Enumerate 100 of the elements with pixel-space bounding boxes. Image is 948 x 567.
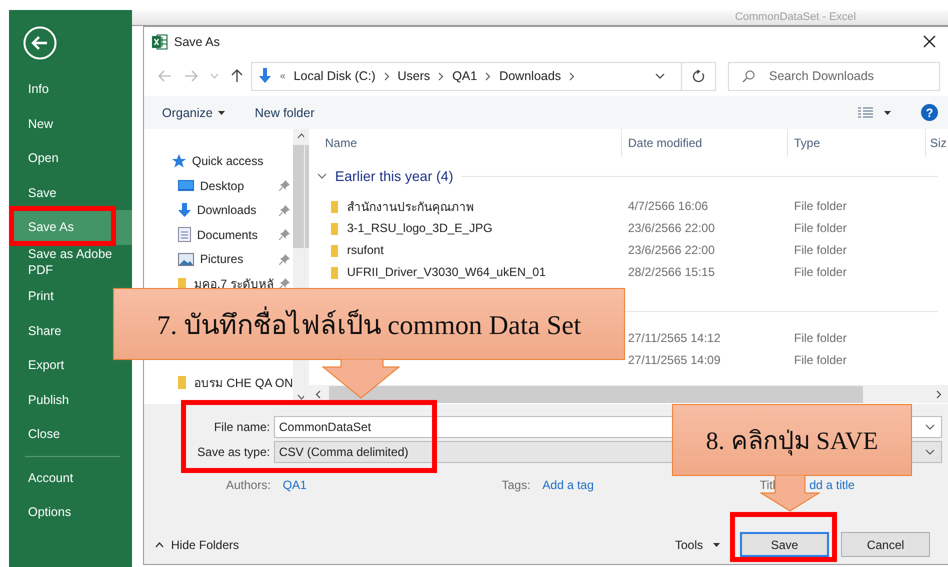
caret-icon [218, 110, 225, 114]
breadcrumb[interactable]: Users [398, 69, 430, 83]
hide-folders-button[interactable]: Hide Folders [155, 538, 240, 552]
backstage-item[interactable]: Save as Adobe PDF [12, 244, 132, 279]
backstage-item[interactable]: Options [12, 495, 132, 530]
backstage-item[interactable]: Save [12, 176, 132, 210]
callout-arrow [760, 475, 820, 512]
file-name[interactable]: 3-1_RSU_logo_3D_E_JPG [347, 221, 492, 235]
column-header[interactable]: Date modified [622, 129, 788, 157]
cancel-button[interactable]: Cancel [841, 532, 930, 557]
folder-icon [331, 200, 339, 212]
folder-icon [331, 266, 339, 278]
view-options-icon[interactable] [858, 106, 874, 118]
save-button[interactable]: Save [740, 532, 829, 557]
search-field[interactable]: Search Downloads [728, 62, 940, 90]
search-icon [742, 70, 755, 82]
back-icon[interactable] [23, 26, 57, 60]
chevron-right-icon[interactable] [569, 72, 576, 80]
folder-icon [178, 375, 188, 390]
field-label: File name: [212, 420, 270, 434]
table-cell-text: File folder [793, 221, 847, 235]
breadcrumb[interactable]: Downloads [499, 69, 562, 83]
nav-item[interactable]: Downloads [144, 198, 294, 222]
breadcrumb[interactable]: Local Disk (C:) [294, 69, 376, 83]
document-icon [178, 227, 191, 242]
dialog-title: Save As [174, 34, 221, 48]
nav-item[interactable]: อบรม CHE QA ON [144, 370, 294, 394]
dropdown-icon[interactable] [884, 110, 891, 114]
refresh-icon [692, 70, 705, 82]
table-cell-text: File folder [793, 199, 847, 213]
authors-link[interactable]: QA1 [282, 478, 307, 492]
table-cell-text: 27/11/2565 14:09 [627, 353, 722, 367]
tools-menu[interactable]: Tools [674, 538, 720, 552]
chevron-right-icon[interactable] [485, 72, 492, 80]
nav-item[interactable]: Pictures [144, 247, 294, 272]
table-cell-text: File folder [793, 331, 847, 345]
download-arrow-icon [178, 203, 191, 218]
folder-icon [331, 244, 339, 256]
window-title: CommonDataSet - Excel [734, 10, 856, 25]
callout-tooltip: 8. คลิกปุ่ม SAVE [672, 404, 912, 476]
folder-icon [331, 222, 339, 234]
chevron-right-icon[interactable] [438, 72, 444, 80]
file-name[interactable]: rsufont [347, 243, 384, 257]
column-header[interactable]: Type [788, 129, 926, 157]
group-header[interactable]: Earlier this year (4) [305, 157, 948, 195]
breadcrumb[interactable]: QA1 [452, 69, 478, 83]
tags-link[interactable]: Add a tag [542, 478, 594, 492]
scroll-right-icon[interactable] [936, 390, 942, 398]
file-name[interactable]: สำนักงานประกันคุณภาพ [347, 196, 474, 216]
nav-item[interactable]: Desktop [144, 174, 294, 198]
field-label: Titl [760, 478, 776, 492]
star-icon [172, 154, 186, 168]
field-label: Authors: [226, 478, 271, 492]
new-folder-button[interactable]: New folder [254, 106, 314, 120]
chevron-up-icon [155, 542, 164, 548]
pin-icon[interactable] [279, 204, 290, 216]
table-cell-text: File folder [793, 243, 847, 257]
backstage-item[interactable]: New [12, 106, 132, 141]
nav-item[interactable]: Quick access [144, 149, 294, 174]
backstage-item[interactable]: Open [12, 141, 132, 176]
pin-icon[interactable] [279, 278, 290, 290]
table-cell-text: 27/11/2565 14:12 [627, 331, 722, 345]
backstage-item[interactable]: Account [12, 460, 132, 495]
callout-tooltip: 7. บันทึกชื่อไฟล์เป็น common Data Set [113, 288, 625, 360]
scrollbar[interactable] [305, 385, 948, 403]
overflow-chevron[interactable]: « [280, 70, 286, 82]
spreadsheet-icon [152, 34, 168, 50]
backstage-item[interactable]: Publish [12, 382, 132, 417]
dropdown-icon[interactable] [925, 448, 935, 454]
title-link[interactable]: dd a title [809, 478, 855, 492]
column-header[interactable]: Siz [926, 129, 948, 157]
field-label: Save as type: [196, 444, 270, 458]
table-cell-text: File folder [793, 353, 847, 367]
dropdown-icon[interactable] [655, 73, 665, 79]
chevron-right-icon[interactable] [384, 72, 390, 80]
chevron-icon [317, 173, 327, 179]
organize-menu[interactable]: Organize [162, 106, 225, 120]
caret-icon [713, 542, 720, 546]
up-arrow-icon[interactable] [231, 69, 243, 83]
backstage-item[interactable]: Info [12, 72, 132, 106]
pin-icon[interactable] [279, 180, 290, 192]
field-label: Tags: [502, 478, 530, 492]
table-cell-text: File folder [793, 265, 847, 279]
nav-item[interactable]: Documents [144, 222, 294, 247]
table-cell-text: 23/6/2566 22:00 [627, 243, 716, 257]
monitor-icon [178, 180, 194, 192]
pin-icon[interactable] [279, 229, 290, 240]
scroll-down-icon[interactable] [296, 394, 306, 400]
address-bar[interactable]: « Local Disk (C:) Users QA1 Downloads [251, 62, 716, 90]
scroll-left-icon[interactable] [315, 390, 321, 398]
column-header[interactable]: Name [305, 129, 622, 157]
close-icon[interactable] [923, 35, 936, 48]
backstage-item[interactable]: Close [12, 417, 132, 452]
scroll-up-icon[interactable] [296, 133, 306, 139]
table-cell-text: 23/6/2566 22:00 [627, 221, 716, 235]
dropdown-icon[interactable] [925, 424, 935, 430]
help-button[interactable]: ? [921, 104, 938, 121]
pin-icon[interactable] [279, 254, 290, 265]
picture-icon [178, 252, 194, 266]
file-name[interactable]: UFRII_Driver_V3030_W64_ukEN_01 [347, 265, 546, 279]
